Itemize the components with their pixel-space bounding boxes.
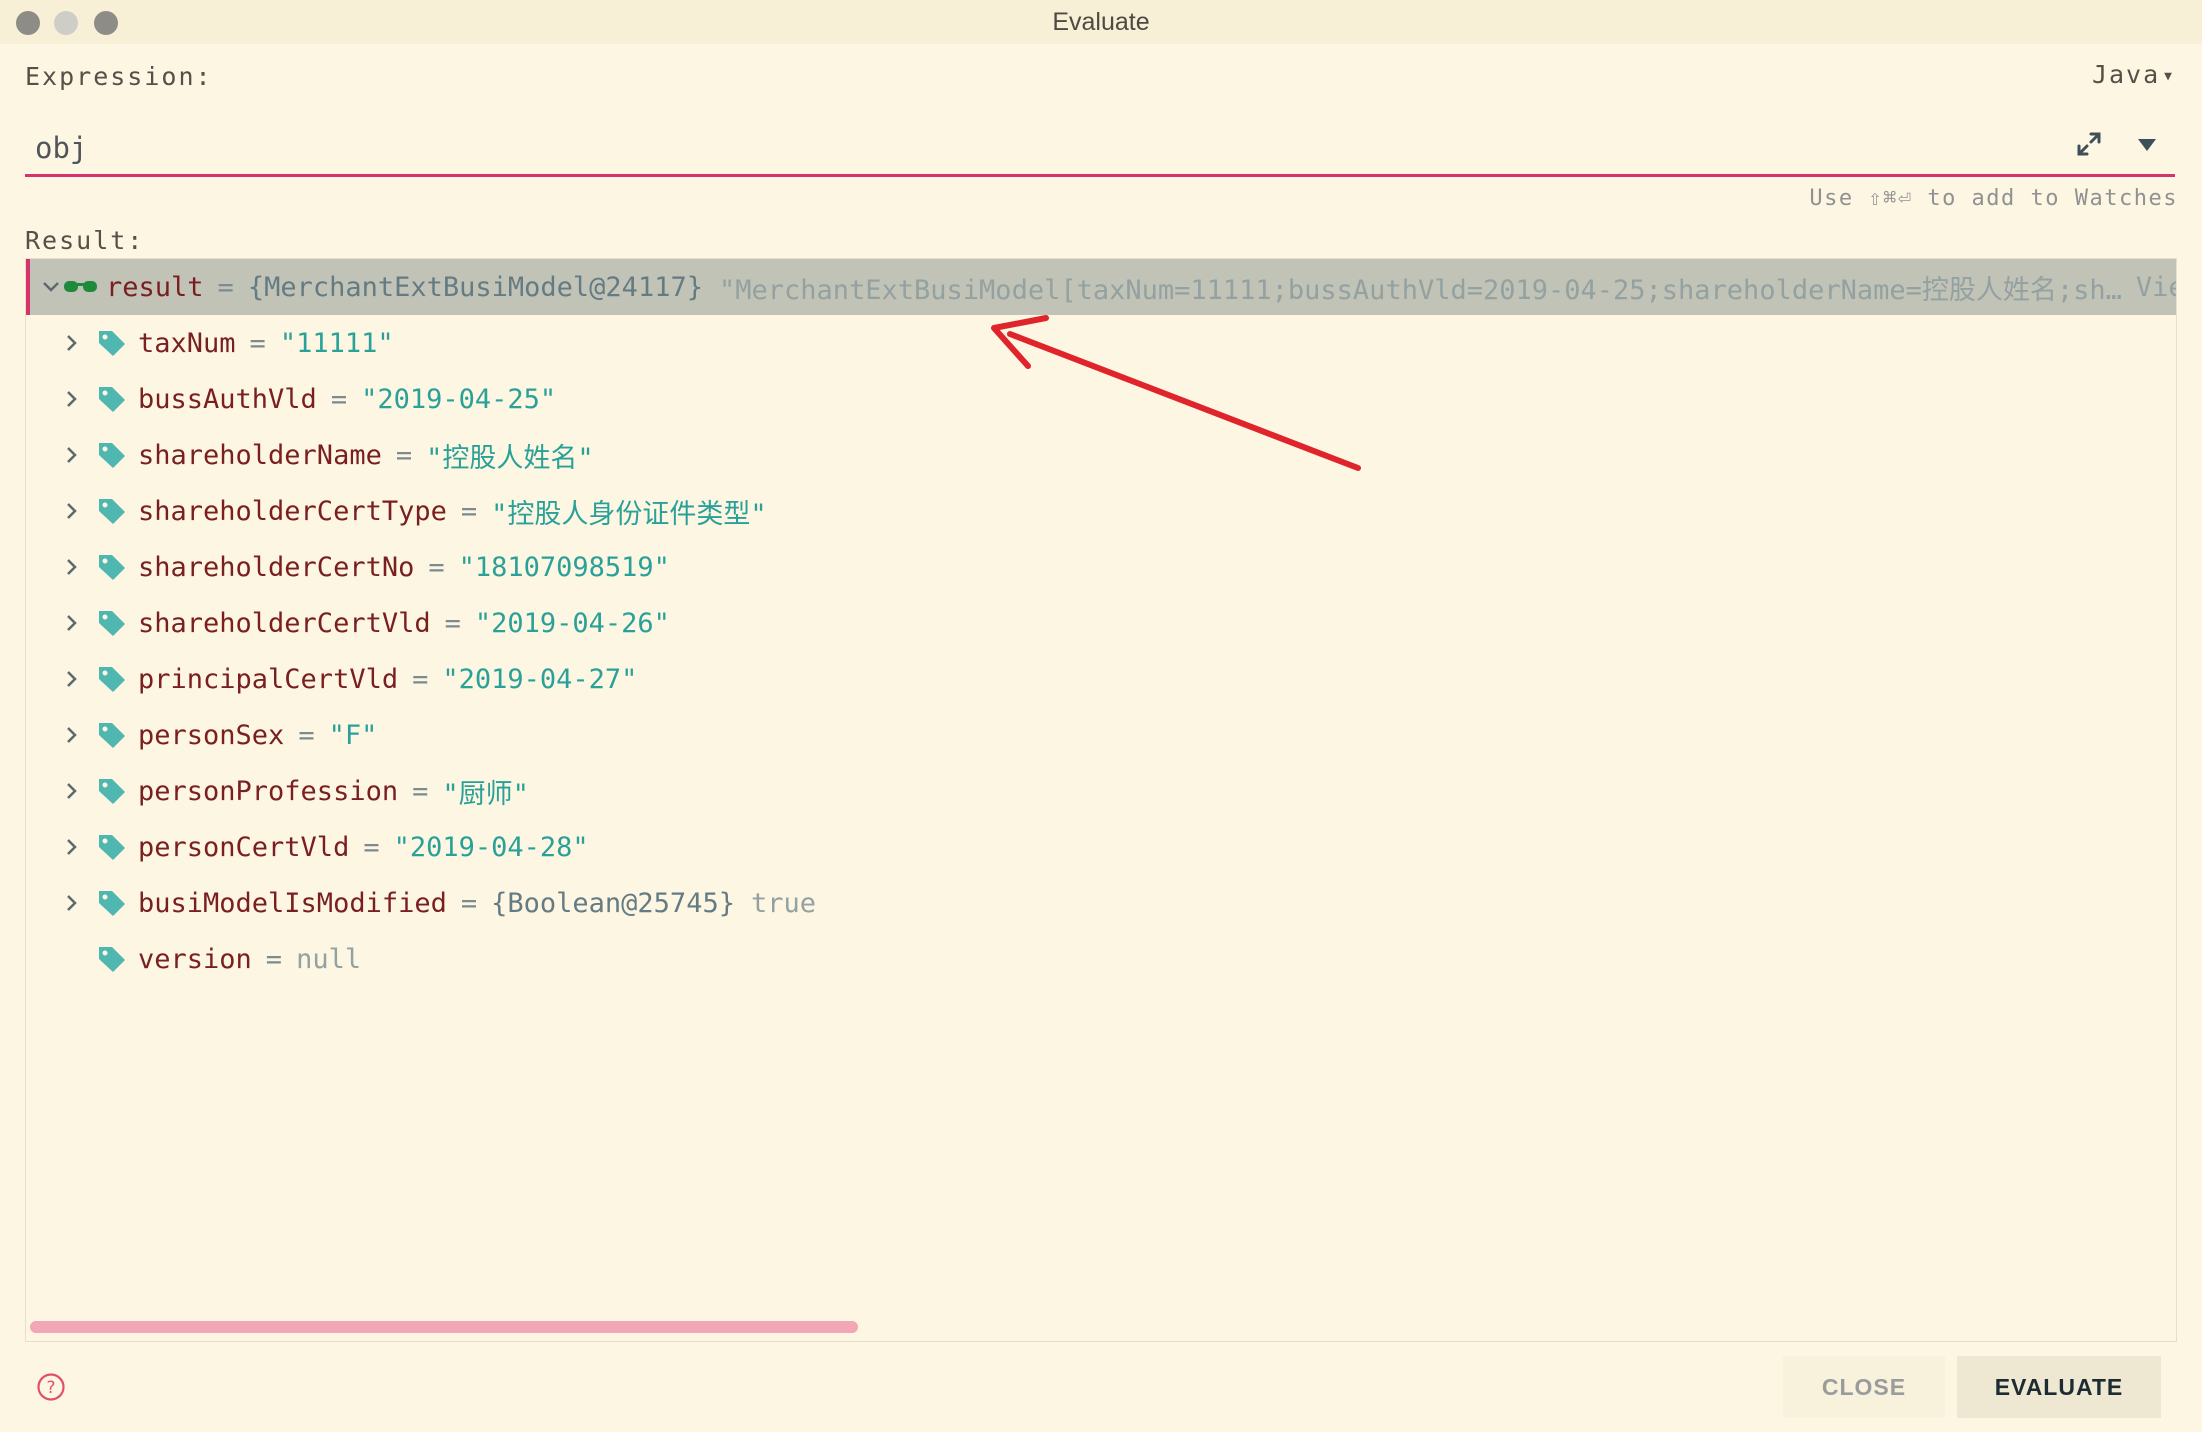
field-name: personCertVld <box>138 831 350 863</box>
field-eq: = <box>395 439 413 471</box>
tag-icon <box>99 723 125 748</box>
field-eq: = <box>298 719 315 751</box>
tag-icon <box>99 555 125 580</box>
svg-text:?: ? <box>46 1378 55 1398</box>
window-title: Evaluate <box>1052 8 1150 36</box>
tree-row[interactable]: personSex = "F" <box>26 707 2176 763</box>
field-value: "控股人身份证件类型" <box>491 498 767 530</box>
chevron-down-icon[interactable] <box>40 276 62 298</box>
field-name: shareholderName <box>138 439 382 471</box>
tree-row[interactable]: personCertVld = "2019-04-28" <box>26 819 2176 875</box>
field-value: "厨师" <box>442 778 529 810</box>
tag-icon <box>99 387 125 412</box>
field-value: "11111" <box>279 327 394 359</box>
chevron-right-icon[interactable] <box>61 836 83 858</box>
chevron-right-icon[interactable] <box>61 780 83 802</box>
field-eq: = <box>460 887 478 919</box>
field-name: shareholderCertVld <box>138 607 431 639</box>
chevron-right-icon[interactable] <box>61 500 83 522</box>
field-type: {Boolean@25745} <box>491 887 735 919</box>
chevron-down-icon: ▼ <box>2164 68 2174 84</box>
result-label: Result: <box>25 226 145 255</box>
field-name: shareholderCertNo <box>138 551 415 583</box>
chevron-right-icon[interactable] <box>61 892 83 914</box>
field-value: "2019-04-26" <box>474 607 670 639</box>
tag-icon <box>99 779 125 804</box>
tree-row[interactable]: shareholderName = "控股人姓名" <box>26 427 2176 483</box>
tree-row[interactable]: taxNum = "11111" <box>26 315 2176 371</box>
view-link[interactable]: View <box>2136 272 2176 303</box>
tree-row[interactable]: shareholderCertType = "控股人身份证件类型" <box>26 483 2176 539</box>
field-value: "2019-04-27" <box>442 663 638 695</box>
tree-row[interactable]: shareholderCertVld = "2019-04-26" <box>26 595 2176 651</box>
expression-label: Expression: <box>25 62 213 91</box>
field-value: "控股人姓名" <box>426 442 594 474</box>
field-value: "2019-04-28" <box>393 831 589 863</box>
chevron-right-icon[interactable] <box>61 668 83 690</box>
chevron-right-icon[interactable] <box>61 724 83 746</box>
title-bar: Evaluate <box>0 0 2202 44</box>
tree-row[interactable]: bussAuthVld = "2019-04-25" <box>26 371 2176 427</box>
chevron-right-icon[interactable] <box>61 332 83 354</box>
root-eq: = <box>217 271 234 303</box>
field-name: shareholderCertType <box>138 495 447 527</box>
field-value: true <box>750 887 816 919</box>
watches-hint: Use ⇧⌘⏎ to add to Watches <box>1809 186 2178 211</box>
tag-icon <box>99 443 125 468</box>
root-summary: "MerchantExtBusiModel[taxNum=11111;bussA… <box>718 274 2122 306</box>
chevron-right-icon[interactable] <box>61 612 83 634</box>
tree-row[interactable]: shareholderCertNo = "18107098519" <box>26 539 2176 595</box>
field-eq: = <box>363 831 380 863</box>
close-button[interactable]: CLOSE <box>1783 1356 1945 1418</box>
tree-row[interactable]: principalCertVld = "2019-04-27" <box>26 651 2176 707</box>
chevron-right-icon[interactable] <box>61 444 83 466</box>
field-name: taxNum <box>138 327 236 359</box>
expression-field[interactable] <box>25 118 2175 177</box>
tree-row-root[interactable]: result = {MerchantExtBusiModel@24117} "M… <box>26 259 2176 315</box>
tree-row[interactable]: busiModelIsModified = {Boolean@25745} true <box>26 875 2176 931</box>
field-eq: = <box>444 607 461 639</box>
tag-icon <box>99 947 125 972</box>
field-value: null <box>296 943 362 975</box>
evaluate-button[interactable]: EVALUATE <box>1957 1356 2161 1418</box>
field-eq: = <box>249 327 266 359</box>
field-eq: = <box>460 495 478 527</box>
field-eq: = <box>265 943 283 975</box>
horizontal-scrollbar[interactable] <box>30 1321 858 1333</box>
help-icon[interactable]: ? <box>36 1372 66 1402</box>
field-eq: = <box>330 383 348 415</box>
field-value: "18107098519" <box>458 551 670 583</box>
expand-icon[interactable] <box>2071 126 2107 162</box>
tag-icon <box>99 835 125 860</box>
root-type: {MerchantExtBusiModel@24117} <box>247 271 703 303</box>
tag-icon <box>99 667 125 692</box>
expression-input[interactable] <box>35 128 1935 168</box>
tree-row[interactable]: personProfession = "厨师" <box>26 763 2176 819</box>
chevron-right-icon[interactable] <box>61 556 83 578</box>
watch-glasses-icon <box>64 281 97 292</box>
field-name: busiModelIsModified <box>138 887 447 919</box>
tag-icon <box>99 331 125 356</box>
field-name: bussAuthVld <box>138 383 317 415</box>
field-name: principalCertVld <box>138 663 399 695</box>
history-dropdown-icon[interactable] <box>2135 132 2159 156</box>
tag-icon <box>99 499 125 524</box>
field-eq: = <box>412 663 429 695</box>
language-selector[interactable]: Java ▼ <box>2092 60 2174 89</box>
field-name: version <box>138 943 252 975</box>
field-name: personProfession <box>138 775 399 807</box>
field-name: personSex <box>138 719 285 751</box>
field-value: "F" <box>328 719 378 751</box>
field-eq: = <box>428 551 445 583</box>
result-tree[interactable]: result = {MerchantExtBusiModel@24117} "M… <box>25 258 2177 1342</box>
tag-icon <box>99 891 125 916</box>
tag-icon <box>99 611 125 636</box>
root-name: result <box>106 271 204 303</box>
field-eq: = <box>412 775 429 807</box>
tree-row[interactable]: version = null <box>26 931 2176 987</box>
chevron-right-icon[interactable] <box>61 388 83 410</box>
field-value: "2019-04-25" <box>361 383 557 415</box>
language-label: Java <box>2091 60 2161 89</box>
